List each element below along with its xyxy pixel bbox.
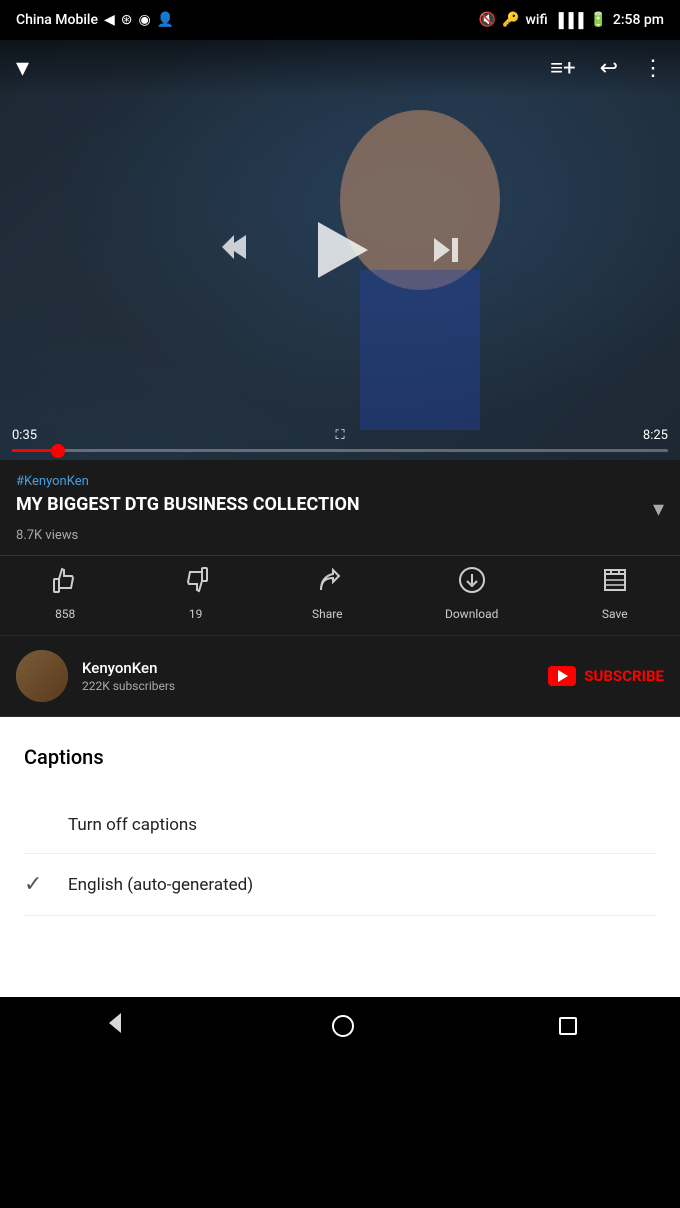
turn-off-caption-label: Turn off captions (68, 815, 197, 835)
status-right: 🔇 🔑 wifi ▐▐▐ 🔋 2:58 pm (479, 12, 664, 29)
more-options-icon[interactable]: ⋮ (642, 56, 664, 81)
like-count: 858 (55, 607, 75, 621)
expand-icon[interactable]: ▾ (641, 497, 664, 522)
thumbs-down-icon (182, 566, 210, 601)
share-icon[interactable]: ↩ (600, 56, 618, 81)
save-button[interactable]: Save (601, 566, 629, 621)
progress-fill (12, 449, 58, 452)
share-label: Share (312, 607, 343, 621)
bottom-nav (0, 997, 680, 1055)
save-label: Save (602, 607, 628, 621)
share-icon-action (313, 566, 341, 601)
skip-next-button[interactable] (430, 234, 462, 266)
video-time-bar: 0:35 ⛶ 8:25 (0, 428, 680, 460)
progress-track[interactable] (12, 449, 668, 452)
fullscreen-icon[interactable]: ⛶ (335, 428, 344, 443)
video-top-bar: ▾ ≡+ ↩ ⋮ (0, 40, 680, 96)
signal-icon: ▐▐▐ (554, 12, 584, 29)
download-button[interactable]: Download (445, 566, 498, 621)
video-info-section: #KenyonKen MY BIGGEST DTG BUSINESS COLLE… (0, 460, 680, 556)
captions-title: Captions (24, 745, 656, 769)
video-title: MY BIGGEST DTG BUSINESS COLLECTION (16, 493, 641, 516)
clock: 2:58 pm (613, 12, 664, 28)
download-label: Download (445, 607, 498, 621)
chevron-down-icon[interactable]: ▾ (16, 53, 29, 83)
dislike-button[interactable]: 19 (182, 566, 210, 621)
action-row: 858 19 Share Download (0, 556, 680, 636)
channel-tag[interactable]: #KenyonKen (16, 474, 664, 489)
skip-back-button[interactable] (218, 231, 250, 270)
english-caption-label: English (auto-generated) (68, 875, 253, 895)
status-left: China Mobile ◀ ⊛ ◉ 👤 (16, 12, 174, 28)
caption-english[interactable]: ✓ English (auto-generated) (24, 854, 656, 916)
channel-row: KenyonKen 222K subscribers SUBSCRIBE (0, 636, 680, 717)
home-button[interactable] (308, 1007, 378, 1045)
subscribe-button[interactable]: SUBSCRIBE (548, 666, 664, 686)
home-circle (332, 1015, 354, 1037)
dislike-count: 19 (189, 607, 203, 621)
total-time: 8:25 (643, 428, 668, 443)
wifi-icon: wifi (526, 12, 548, 28)
recents-button[interactable] (535, 1009, 601, 1043)
progress-dot (51, 444, 65, 458)
mute-icon: 🔇 (479, 12, 496, 28)
back-button[interactable] (79, 1003, 151, 1049)
caption-turn-off[interactable]: Turn off captions (24, 797, 656, 854)
video-player[interactable]: ▾ ≡+ ↩ ⋮ 0:35 ⛶ 8:25 (0, 40, 680, 460)
checkmark-icon: ✓ (24, 872, 56, 897)
download-icon (458, 566, 486, 601)
youtube-logo (548, 666, 576, 686)
yt-play-icon (558, 670, 568, 682)
recents-square (559, 1017, 577, 1035)
channel-subscribers: 222K subscribers (82, 679, 548, 693)
thumbs-up-icon (51, 566, 79, 601)
view-count: 8.7K views (16, 528, 664, 543)
avatar-icon: 👤 (157, 12, 174, 28)
avatar-image (16, 650, 68, 702)
status-bar: China Mobile ◀ ⊛ ◉ 👤 🔇 🔑 wifi ▐▐▐ 🔋 2:58… (0, 0, 680, 40)
time-labels: 0:35 ⛶ 8:25 (12, 428, 668, 443)
like-button[interactable]: 858 (51, 566, 79, 621)
nav-send-icon: ◀ (104, 12, 115, 28)
carrier-text: China Mobile (16, 12, 98, 28)
play-button[interactable] (310, 220, 370, 280)
video-title-row: MY BIGGEST DTG BUSINESS COLLECTION ▾ (16, 493, 664, 522)
msg-icon: ◉ (139, 12, 151, 28)
channel-info: KenyonKen 222K subscribers (82, 659, 548, 693)
channel-name[interactable]: KenyonKen (82, 659, 548, 677)
share-button[interactable]: Share (312, 566, 343, 621)
battery-icon: 🔋 (589, 12, 606, 28)
current-time: 0:35 (12, 428, 37, 443)
playback-controls (218, 220, 462, 280)
captions-sheet: Captions Turn off captions ✓ English (au… (0, 717, 680, 997)
add-to-queue-icon[interactable]: ≡+ (550, 55, 575, 81)
wechat-icon: ⊛ (121, 12, 133, 28)
channel-avatar[interactable] (16, 650, 68, 702)
video-top-right-icons: ≡+ ↩ ⋮ (550, 55, 664, 81)
save-icon (601, 566, 629, 601)
key-icon: 🔑 (502, 12, 519, 28)
subscribe-label: SUBSCRIBE (584, 667, 664, 685)
